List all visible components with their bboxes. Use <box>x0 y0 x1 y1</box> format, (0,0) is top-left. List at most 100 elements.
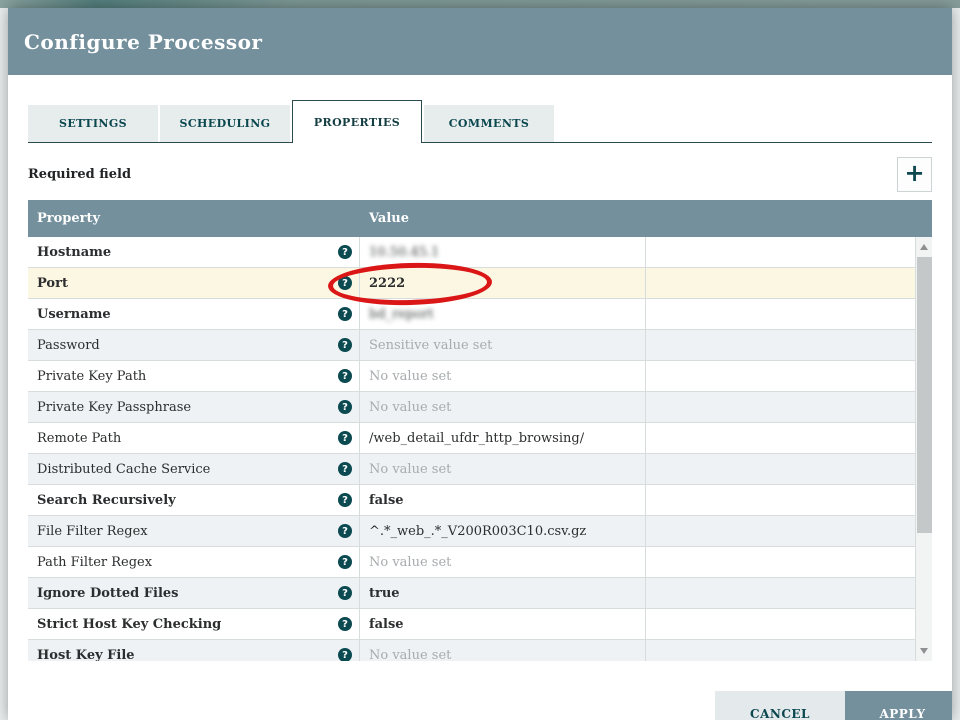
dialog-title: Configure Processor <box>8 30 262 54</box>
help-icon[interactable]: ? <box>338 524 352 538</box>
configure-processor-dialog: Configure Processor SETTINGSSCHEDULINGPR… <box>8 8 952 720</box>
property-row[interactable]: Username ? bd_report <box>28 299 915 330</box>
empty-cell <box>646 454 915 484</box>
help-icon[interactable]: ? <box>338 586 352 600</box>
help-icon[interactable]: ? <box>338 431 352 445</box>
property-cell: Password ? <box>28 330 360 360</box>
help-icon[interactable]: ? <box>338 307 352 321</box>
property-row[interactable]: Remote Path ? /web_detail_ufdr_http_brow… <box>28 423 915 454</box>
property-cell: Strict Host Key Checking ? <box>28 609 360 639</box>
value-cell[interactable]: 2222 <box>360 268 646 298</box>
property-value: bd_report <box>369 307 434 322</box>
property-row[interactable]: Path Filter Regex ? No value set <box>28 547 915 578</box>
help-icon[interactable]: ? <box>338 276 352 290</box>
help-icon[interactable]: ? <box>338 400 352 414</box>
value-cell[interactable]: No value set <box>360 640 646 661</box>
property-name: Distributed Cache Service <box>37 462 210 477</box>
help-icon[interactable]: ? <box>338 648 352 661</box>
property-name: Remote Path <box>37 431 121 446</box>
scroll-down-icon[interactable] <box>920 648 928 654</box>
property-name: File Filter Regex <box>37 524 148 539</box>
cancel-button[interactable]: CANCEL <box>715 691 845 720</box>
value-cell[interactable]: Sensitive value set <box>360 330 646 360</box>
empty-cell <box>646 578 915 608</box>
property-cell: Search Recursively ? <box>28 485 360 515</box>
help-icon[interactable]: ? <box>338 462 352 476</box>
empty-cell <box>646 609 915 639</box>
property-row[interactable]: Strict Host Key Checking ? false <box>28 609 915 640</box>
scrollbar-thumb[interactable] <box>917 257 932 533</box>
required-field-label: Required field <box>28 167 131 182</box>
scroll-up-icon[interactable] <box>920 244 928 250</box>
empty-cell <box>646 268 915 298</box>
help-icon[interactable]: ? <box>338 555 352 569</box>
apply-button[interactable]: APPLY <box>845 691 952 720</box>
property-row[interactable]: Distributed Cache Service ? No value set <box>28 454 915 485</box>
table-body: Hostname ? 10.50.45.1 Port ? 2222 Userna… <box>28 237 932 661</box>
value-cell[interactable]: No value set <box>360 547 646 577</box>
plus-icon: + <box>904 161 924 185</box>
help-icon[interactable]: ? <box>338 338 352 352</box>
property-name: Username <box>37 307 111 322</box>
value-cell[interactable]: false <box>360 485 646 515</box>
empty-cell <box>646 392 915 422</box>
property-row[interactable]: Host Key File ? No value set <box>28 640 915 661</box>
help-icon[interactable]: ? <box>338 369 352 383</box>
property-cell: File Filter Regex ? <box>28 516 360 546</box>
property-value: Sensitive value set <box>369 338 492 353</box>
table-scrollbar[interactable] <box>915 237 932 661</box>
property-row[interactable]: Hostname ? 10.50.45.1 <box>28 237 915 268</box>
tab-bar: SETTINGSSCHEDULINGPROPERTIESCOMMENTS <box>28 100 932 143</box>
value-cell[interactable]: /web_detail_ufdr_http_browsing/ <box>360 423 646 453</box>
tab-scheduling[interactable]: SCHEDULING <box>160 105 290 142</box>
property-name: Password <box>37 338 100 353</box>
help-icon[interactable]: ? <box>338 493 352 507</box>
property-cell: Ignore Dotted Files ? <box>28 578 360 608</box>
value-cell[interactable]: bd_report <box>360 299 646 329</box>
empty-cell <box>646 516 915 546</box>
add-property-button[interactable]: + <box>897 157 932 192</box>
property-name: Path Filter Regex <box>37 555 152 570</box>
help-icon[interactable]: ? <box>338 617 352 631</box>
value-cell[interactable]: 10.50.45.1 <box>360 237 646 267</box>
value-cell[interactable]: No value set <box>360 392 646 422</box>
empty-cell <box>646 330 915 360</box>
value-cell[interactable]: true <box>360 578 646 608</box>
value-cell[interactable]: ^.*_web_.*_V200R003C10.csv.gz <box>360 516 646 546</box>
tab-comments[interactable]: COMMENTS <box>424 105 554 142</box>
property-cell: Hostname ? <box>28 237 360 267</box>
property-row[interactable]: Private Key Passphrase ? No value set <box>28 392 915 423</box>
property-cell: Private Key Path ? <box>28 361 360 391</box>
value-cell[interactable]: false <box>360 609 646 639</box>
tab-properties[interactable]: PROPERTIES <box>292 100 422 143</box>
property-name: Port <box>37 276 68 291</box>
property-value: No value set <box>369 369 451 384</box>
property-name: Ignore Dotted Files <box>37 586 178 601</box>
tab-settings[interactable]: SETTINGS <box>28 105 158 142</box>
help-icon[interactable]: ? <box>338 245 352 259</box>
property-cell: Username ? <box>28 299 360 329</box>
property-cell: Port ? <box>28 268 360 298</box>
property-name: Private Key Path <box>37 369 146 384</box>
property-row[interactable]: Search Recursively ? false <box>28 485 915 516</box>
value-cell[interactable]: No value set <box>360 454 646 484</box>
property-row[interactable]: Private Key Path ? No value set <box>28 361 915 392</box>
property-row[interactable]: File Filter Regex ? ^.*_web_.*_V200R003C… <box>28 516 915 547</box>
property-name: Private Key Passphrase <box>37 400 191 415</box>
value-cell[interactable]: No value set <box>360 361 646 391</box>
property-name: Strict Host Key Checking <box>37 617 221 632</box>
property-row[interactable]: Password ? Sensitive value set <box>28 330 915 361</box>
property-value: false <box>369 617 404 632</box>
background-top-strip <box>0 0 960 8</box>
empty-cell <box>646 485 915 515</box>
empty-cell <box>646 423 915 453</box>
empty-cell <box>646 237 915 267</box>
property-value: No value set <box>369 462 451 477</box>
property-cell: Remote Path ? <box>28 423 360 453</box>
property-row[interactable]: Ignore Dotted Files ? true <box>28 578 915 609</box>
property-row[interactable]: Port ? 2222 <box>28 268 915 299</box>
properties-toolbar: Required field + <box>28 157 932 192</box>
table-header: Property Value <box>28 200 932 237</box>
dialog-footer: CANCEL APPLY <box>16 691 952 720</box>
property-value: No value set <box>369 555 451 570</box>
